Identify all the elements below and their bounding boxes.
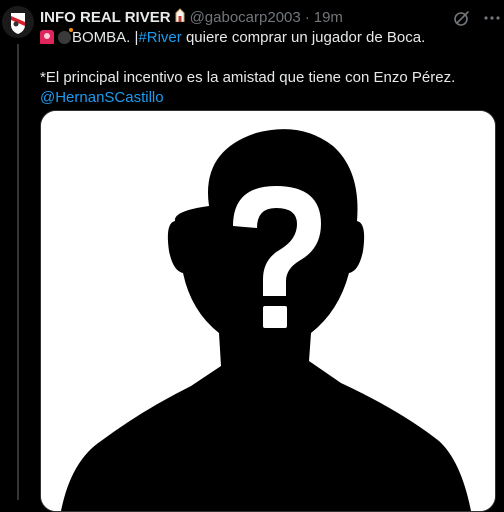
- separator: ·: [304, 9, 310, 26]
- tweet-text: BOMBA. |#River quiere comprar un jugador…: [40, 28, 500, 108]
- mention-link[interactable]: @HernanSCastillo: [40, 88, 500, 108]
- siren-icon: [40, 30, 54, 44]
- river-plate-crest-icon: [2, 6, 34, 38]
- mystery-silhouette-image: [41, 111, 495, 511]
- bomb-icon: [58, 28, 73, 44]
- grok-icon[interactable]: [452, 8, 472, 28]
- tweet-text-rest: quiere comprar un jugador de Boca.: [181, 29, 426, 46]
- tweet-text-line-2: *El principal incentivo es la amistad qu…: [40, 69, 456, 86]
- tweet-text-line-1: BOMBA. |#River quiere comprar un jugador…: [40, 28, 500, 48]
- thread-line: [17, 44, 19, 500]
- media-image[interactable]: [40, 110, 496, 512]
- building-badge-icon: [174, 8, 186, 28]
- handle[interactable]: @gabocarp2003: [190, 8, 301, 28]
- avatar[interactable]: [2, 6, 34, 38]
- hashtag-link[interactable]: #River: [138, 29, 181, 46]
- bomba-text: BOMBA. |: [72, 29, 139, 46]
- tweet[interactable]: INFO REAL RIVER @gabocarp2003 · 19m BOMB…: [0, 0, 504, 512]
- timestamp[interactable]: 19m: [314, 8, 343, 28]
- more-icon[interactable]: [482, 8, 502, 28]
- display-name[interactable]: INFO REAL RIVER: [40, 8, 171, 28]
- tweet-header: INFO REAL RIVER @gabocarp2003 · 19m: [40, 8, 504, 28]
